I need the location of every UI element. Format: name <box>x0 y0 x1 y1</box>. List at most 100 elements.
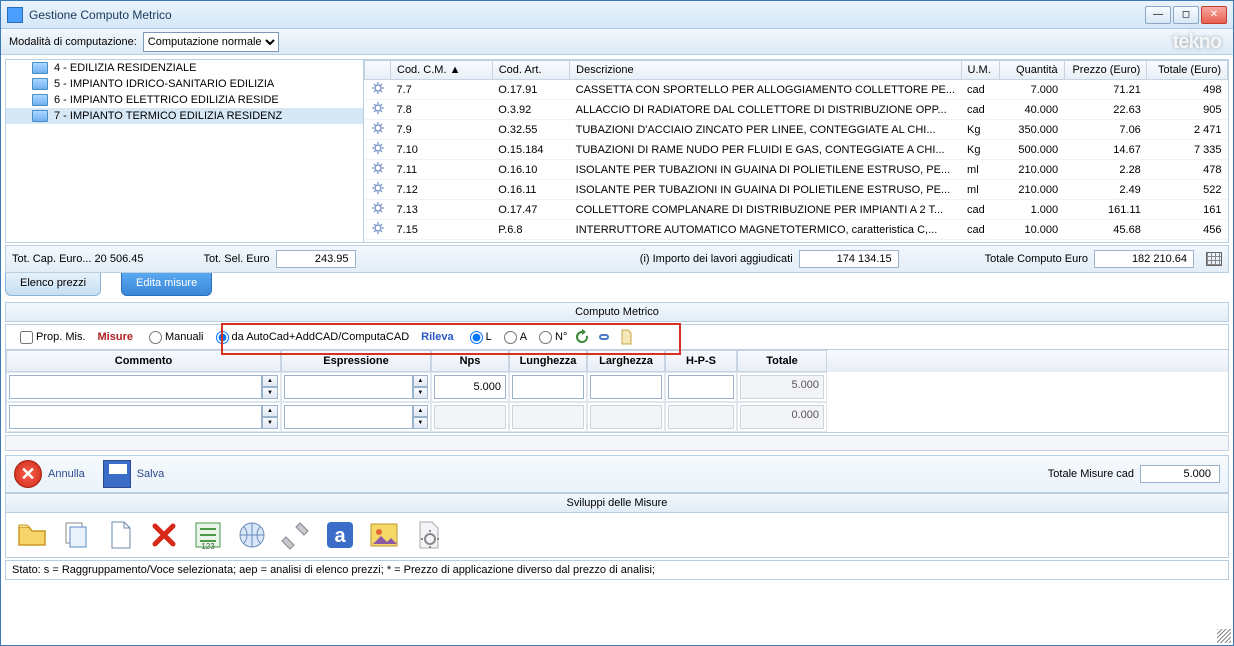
espressione-input[interactable] <box>284 405 413 429</box>
autocad-radio[interactable] <box>216 331 229 344</box>
grid-toggle-icon[interactable] <box>1206 252 1222 266</box>
document-icon[interactable] <box>618 329 634 345</box>
spin-down[interactable]: ▼ <box>262 387 278 399</box>
mode-select[interactable]: Computazione normale <box>143 32 279 52</box>
status-bar: Stato: s = Raggruppamento/Voce seleziona… <box>5 560 1229 580</box>
items-grid[interactable]: Cod. C.M. ▲ Cod. Art. Descrizione U.M. Q… <box>364 60 1228 242</box>
col-cod-cm[interactable]: Cod. C.M. ▲ <box>391 61 493 80</box>
col-lunghezza: Lunghezza <box>509 350 587 372</box>
nps-readonly <box>434 405 506 429</box>
table-row[interactable]: 7.11O.16.10ISOLANTE PER TUBAZIONI IN GUA… <box>365 160 1228 180</box>
col-nps: Nps <box>431 350 509 372</box>
close-button[interactable]: ✕ <box>1201 6 1227 24</box>
save-icon <box>103 460 131 488</box>
row-total: 0.000 <box>740 405 824 429</box>
table-row[interactable]: 7.12O.16.11ISOLANTE PER TUBAZIONI IN GUA… <box>365 180 1228 200</box>
open-folder-icon[interactable] <box>16 519 48 551</box>
rileva-l-radio[interactable] <box>470 331 483 344</box>
rileva-a-label: A <box>520 331 527 343</box>
commento-input[interactable] <box>9 375 262 399</box>
settings-gear-icon[interactable] <box>412 519 444 551</box>
table-row[interactable]: 7.7O.17.91CASSETTA CON SPORTELLO PER ALL… <box>365 80 1228 100</box>
image-icon[interactable] <box>368 519 400 551</box>
tot-comp-value: 182 210.64 <box>1094 250 1194 268</box>
resize-grip[interactable] <box>1217 629 1231 643</box>
imp-agg-label: (i) Importo dei lavori aggiudicati <box>640 253 793 265</box>
folder-icon <box>32 110 48 122</box>
list-icon[interactable]: 123 <box>192 519 224 551</box>
tot-sel-label: Tot. Sel. Euro <box>203 253 269 265</box>
tot-misure-label: Totale Misure cad <box>1048 468 1134 480</box>
col-um[interactable]: U.M. <box>961 61 999 80</box>
tot-comp-label: Totale Computo Euro <box>985 253 1088 265</box>
tab-elenco-prezzi[interactable]: Elenco prezzi <box>5 273 101 296</box>
misure-label: Misure <box>98 331 133 343</box>
hps-input[interactable] <box>668 375 734 399</box>
spin-up[interactable]: ▲ <box>262 375 278 387</box>
mode-toolbar: Modalità di computazione: Computazione n… <box>1 29 1233 55</box>
col-espressione: Espressione <box>281 350 431 372</box>
col-qta[interactable]: Quantità <box>999 61 1064 80</box>
spin-down[interactable]: ▼ <box>262 417 278 429</box>
new-page-icon[interactable] <box>104 519 136 551</box>
annulla-button[interactable]: ✕ Annulla <box>14 460 85 488</box>
titlebar: Gestione Computo Metrico — ◻ ✕ <box>1 1 1233 29</box>
col-prezzo[interactable]: Prezzo (Euro) <box>1064 61 1147 80</box>
table-row[interactable]: 7.13O.17.47COLLETTORE COMPLANARE DI DIST… <box>365 200 1228 220</box>
gear-icon <box>371 181 385 195</box>
section-sviluppi: Sviluppi delle Misure <box>5 493 1229 513</box>
spin-up[interactable]: ▲ <box>413 405 428 417</box>
table-row[interactable]: 7.8O.3.92ALLACCIO DI RADIATORE DAL COLLE… <box>365 100 1228 120</box>
delete-icon[interactable] <box>148 519 180 551</box>
tree-item[interactable]: 4 - EDILIZIA RESIDENZIALE <box>6 60 363 76</box>
copy-icon[interactable] <box>60 519 92 551</box>
sviluppi-toolbar: 123 a <box>5 513 1229 558</box>
autocad-a-icon[interactable]: a <box>324 519 356 551</box>
spin-up[interactable]: ▲ <box>413 375 428 387</box>
lunghezza-input[interactable] <box>512 375 584 399</box>
col-totale[interactable]: Totale (Euro) <box>1147 61 1228 80</box>
tree-item[interactable]: 5 - IMPIANTO IDRICO-SANITARIO EDILIZIA <box>6 76 363 92</box>
section-computo-metrico: Computo Metrico <box>5 302 1229 322</box>
col-descr[interactable]: Descrizione <box>570 61 961 80</box>
gear-icon <box>371 161 385 175</box>
rileva-a-radio[interactable] <box>504 331 517 344</box>
gear-icon <box>371 221 385 235</box>
col-cod-art[interactable]: Cod. Art. <box>492 61 569 80</box>
minimize-button[interactable]: — <box>1145 6 1171 24</box>
manuali-radio[interactable] <box>149 331 162 344</box>
tree-item[interactable]: 6 - IMPIANTO ELETTRICO EDILIZIA RESIDE <box>6 92 363 108</box>
tools-icon[interactable] <box>280 519 312 551</box>
horizontal-scrollbar[interactable] <box>5 435 1229 451</box>
nps-input[interactable] <box>434 375 506 399</box>
larghezza-input[interactable] <box>590 375 662 399</box>
measurement-grid: Commento Espressione Nps Lunghezza Largh… <box>5 350 1229 433</box>
table-row[interactable]: 7.16P.6.58INTERRUTTORE DIFFERENZIALE PUR… <box>365 240 1228 243</box>
mode-label: Modalità di computazione: <box>9 36 137 48</box>
globe-icon[interactable] <box>236 519 268 551</box>
prop-mis-checkbox[interactable] <box>20 331 33 344</box>
spin-down[interactable]: ▼ <box>413 387 428 399</box>
salva-button[interactable]: Salva <box>103 460 165 488</box>
table-row[interactable]: 7.10O.15.184TUBAZIONI DI RAME NUDO PER F… <box>365 140 1228 160</box>
rileva-n-radio[interactable] <box>539 331 552 344</box>
espressione-input[interactable] <box>284 375 413 399</box>
spin-up[interactable]: ▲ <box>262 405 278 417</box>
lunghezza-readonly <box>512 405 584 429</box>
items-grid-wrap: Cod. C.M. ▲ Cod. Art. Descrizione U.M. Q… <box>364 60 1228 242</box>
commento-input[interactable] <box>9 405 262 429</box>
autocad-label: da AutoCad+AddCAD/ComputaCAD <box>232 331 410 343</box>
link-icon[interactable] <box>596 329 612 345</box>
measure-row: ▲▼▲▼0.000 <box>6 402 1228 432</box>
category-tree[interactable]: 4 - EDILIZIA RESIDENZIALE5 - IMPIANTO ID… <box>6 60 364 242</box>
table-row[interactable]: 7.15P.6.8INTERRUTTORE AUTOMATICO MAGNETO… <box>365 220 1228 240</box>
table-row[interactable]: 7.9O.32.55TUBAZIONI D'ACCIAIO ZINCATO PE… <box>365 120 1228 140</box>
brand-logo: tekno <box>1173 31 1221 54</box>
folder-icon <box>32 62 48 74</box>
spin-down[interactable]: ▼ <box>413 417 428 429</box>
gear-icon <box>371 241 385 242</box>
tree-item[interactable]: 7 - IMPIANTO TERMICO EDILIZIA RESIDENZ <box>6 108 363 124</box>
maximize-button[interactable]: ◻ <box>1173 6 1199 24</box>
refresh-icon[interactable] <box>574 329 590 345</box>
tab-edita-misure[interactable]: Edita misure <box>121 273 212 296</box>
